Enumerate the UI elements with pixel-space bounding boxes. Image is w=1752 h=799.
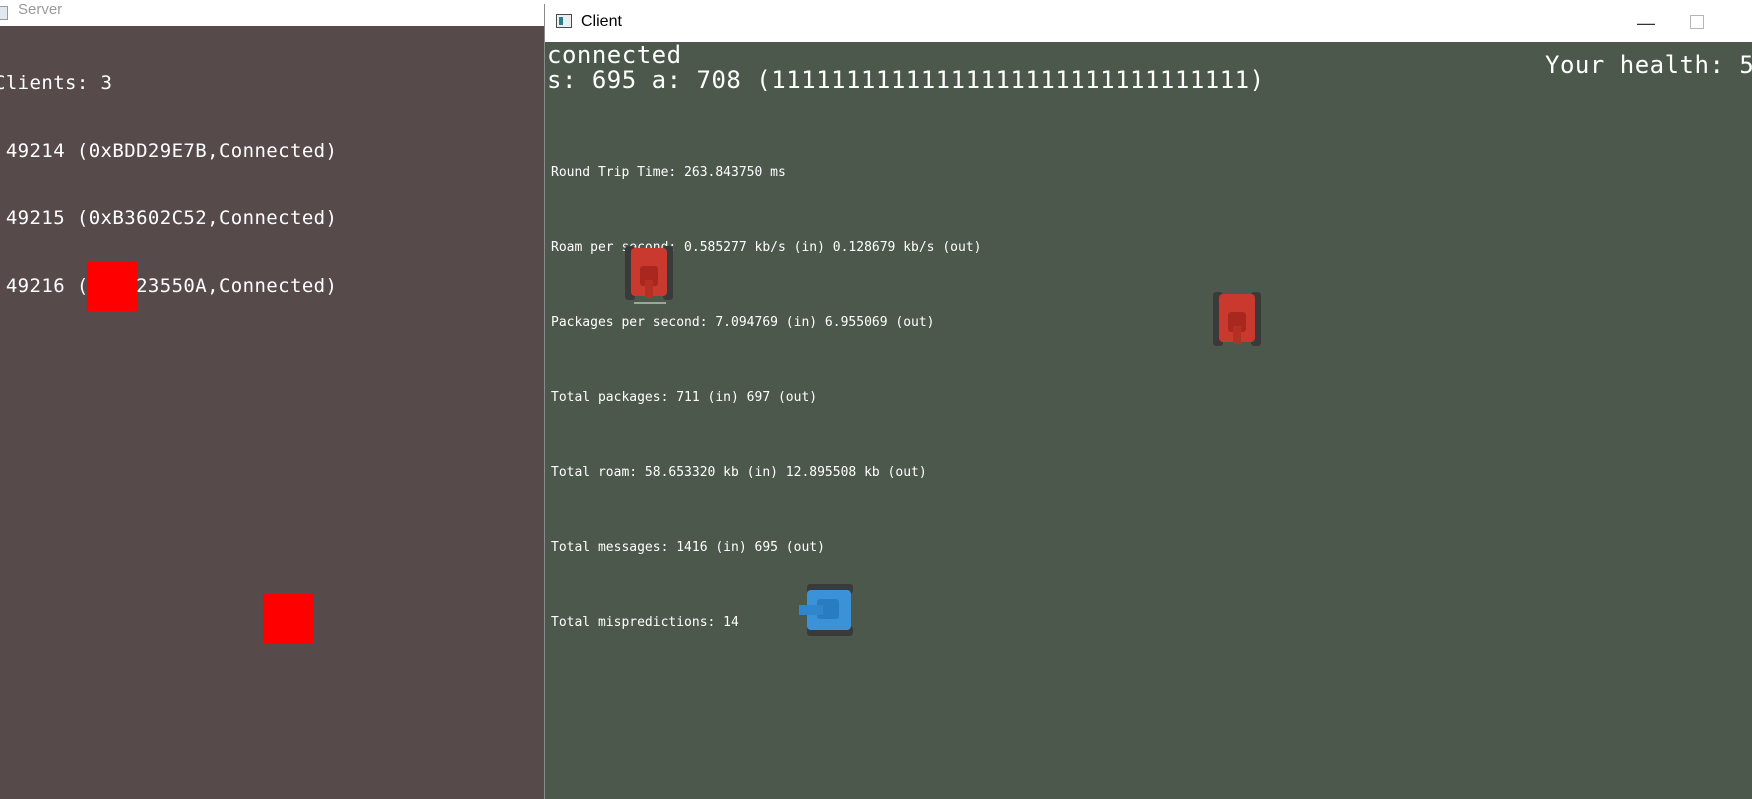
stat-packages-per-second: Packages per second: 7.094769 (in) 6.955… — [551, 315, 935, 330]
stat-roam-per-second: Roam per second: 0.585277 kb/s (in) 0.12… — [551, 240, 982, 255]
tank-barrel — [645, 280, 653, 298]
maximize-button[interactable] — [1690, 15, 1704, 29]
sequence-ack-line: s: 695 a: 708 (1111111111111111111111111… — [547, 66, 1265, 94]
server-client-entry: 49216 (0xA123550A,Connected) — [0, 274, 338, 297]
network-stats: Round Trip Time: 263.843750 ms Roam per … — [551, 110, 981, 685]
client-titlebar[interactable]: Client — — [545, 4, 1752, 42]
server-client-entry: 49214 (0xBDD29E7B,Connected) — [0, 139, 338, 162]
server-entity-square — [263, 594, 313, 644]
stat-total-mispredictions: Total mispredictions: 14 — [551, 615, 739, 630]
stat-round-trip-time: Round Trip Time: 263.843750 ms — [551, 165, 786, 180]
server-window: Server Clients: 3 49214 (0xBDD29E7B,Conn… — [0, 0, 544, 799]
tank-barrel — [1233, 326, 1241, 344]
window-icon — [556, 14, 572, 28]
server-titlebar[interactable]: Server — [0, 0, 544, 26]
health-readout: Your health: 5 — [1545, 51, 1752, 79]
server-client-list: Clients: 3 49214 (0xBDD29E7B,Connected) … — [0, 27, 337, 342]
client-window: Client — connected s: 695 a: 708 (111111… — [544, 4, 1752, 799]
stat-total-messages: Total messages: 1416 (in) 695 (out) — [551, 540, 825, 555]
server-client-entry: 49215 (0xB3602C52,Connected) — [0, 207, 338, 229]
enemy-health-bar — [634, 302, 666, 304]
stat-total-packages: Total packages: 711 (in) 697 (out) — [551, 390, 818, 405]
server-entity-square — [87, 261, 137, 311]
client-title: Client — [581, 13, 622, 30]
minimize-button[interactable]: — — [1631, 8, 1661, 38]
stat-total-roam: Total roam: 58.653320 kb (in) 12.895508 … — [551, 465, 927, 480]
window-icon — [0, 6, 8, 20]
tank-barrel — [799, 605, 823, 615]
connection-status: connected — [547, 41, 682, 69]
server-client-count: Clients: 3 — [0, 72, 113, 94]
enemy-tank — [1213, 292, 1261, 346]
server-title: Server — [18, 1, 63, 18]
player-tank — [799, 584, 853, 636]
enemy-tank — [625, 246, 673, 300]
